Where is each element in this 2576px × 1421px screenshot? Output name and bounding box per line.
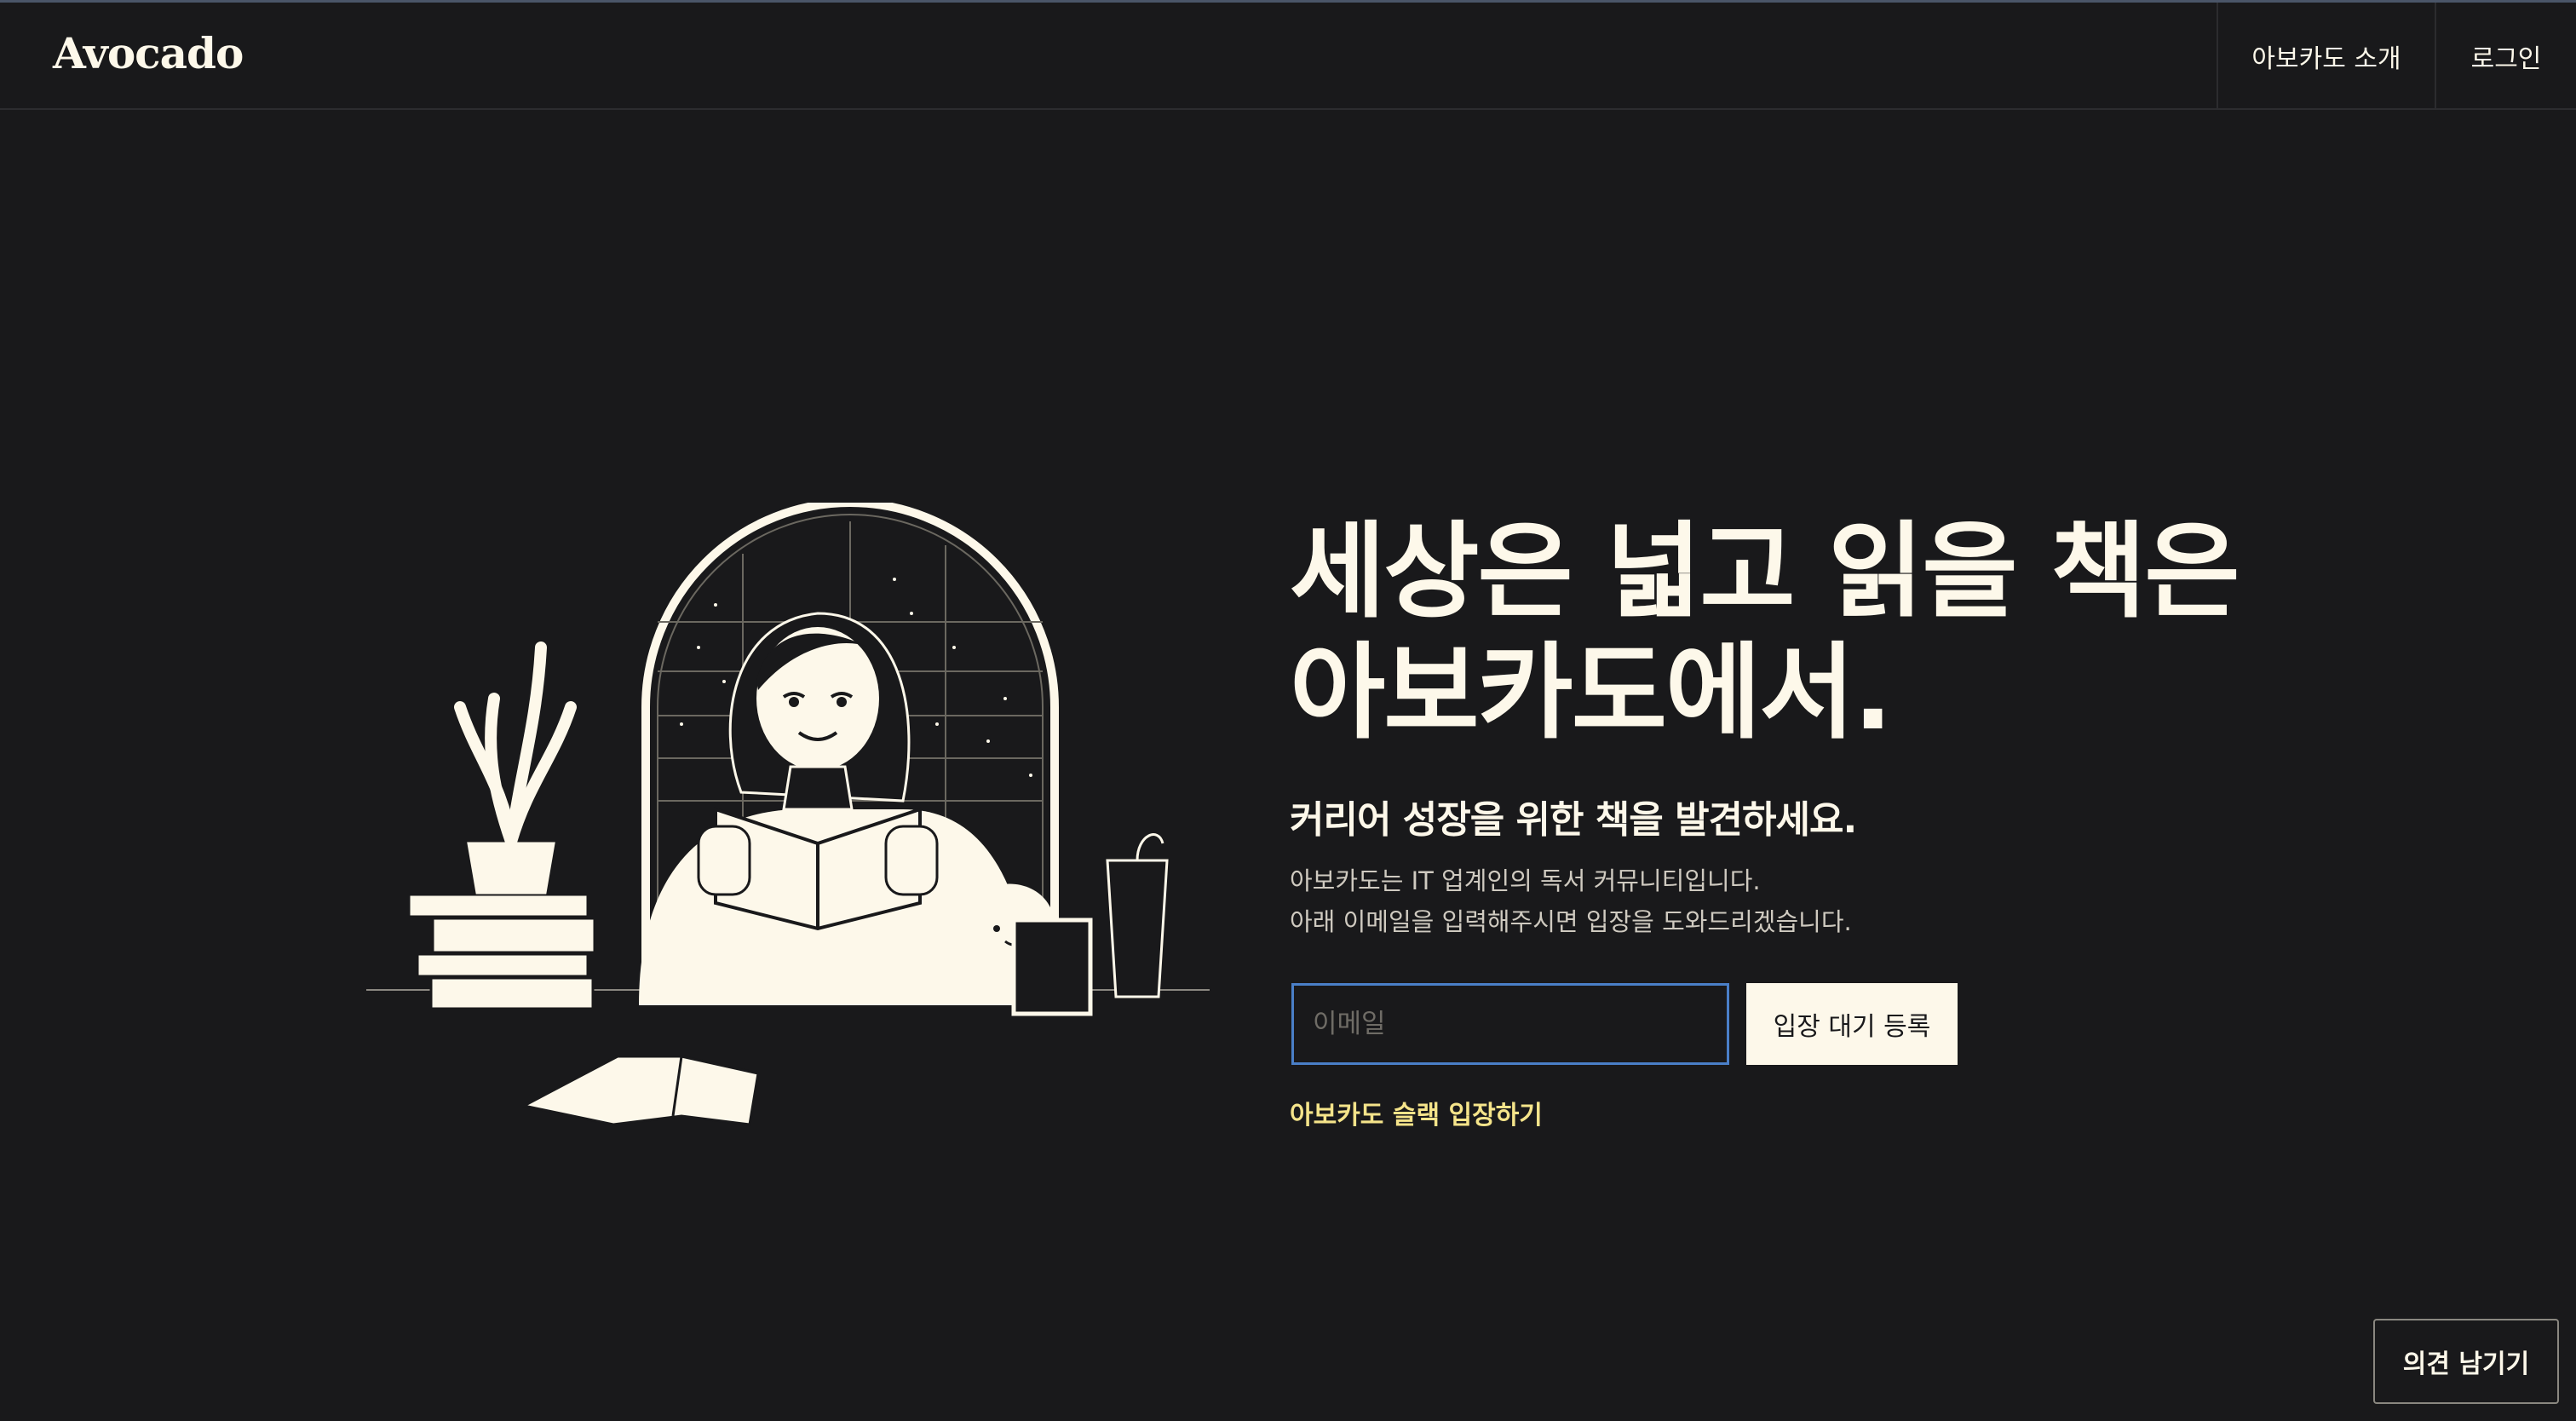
waitlist-register-button[interactable]: 입장 대기 등록 [1746, 983, 1958, 1065]
nav-about-link[interactable]: 아보카도 소개 [2217, 3, 2435, 110]
hero-subtitle: 커리어 성장을 위한 책을 발견하세요. [1290, 798, 1857, 842]
hero-title: 세상은 넓고 읽을 책은 아보카도에서. [1290, 511, 2312, 753]
hero-description-line2: 아래 이메일을 입력해주시면 입장을 도와드리겠습니다. [1290, 907, 1852, 936]
hero-title-line1: 세상은 넓고 읽을 책은 [1290, 511, 2240, 632]
email-input[interactable] [1291, 983, 1729, 1065]
top-nav: 아보카도 소개 로그인 [2217, 3, 2576, 110]
hero-description: 아보카도는 IT 업계인의 독서 커뮤니티입니다. 아래 이메일을 입력해주시면… [1290, 860, 1852, 942]
nav-login-link[interactable]: 로그인 [2435, 3, 2576, 110]
logo[interactable]: Avocado [53, 28, 244, 78]
woman-reading-illustration [366, 503, 1210, 1126]
site-header: Avocado 아보카도 소개 로그인 [0, 3, 2576, 110]
hero-title-line2: 아보카도에서. [1290, 632, 1893, 753]
slack-join-link[interactable]: 아보카도 슬랙 입장하기 [1290, 1094, 1543, 1131]
hero-description-line1: 아보카도는 IT 업계인의 독서 커뮤니티입니다. [1290, 866, 1761, 895]
feedback-button[interactable]: 의견 남기기 [2373, 1319, 2559, 1404]
